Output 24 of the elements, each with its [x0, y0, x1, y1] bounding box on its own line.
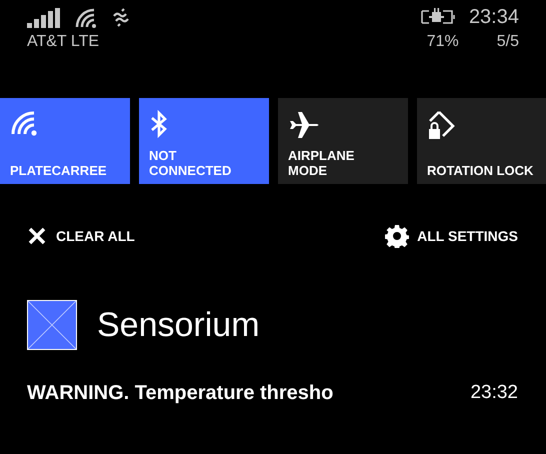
- notification-count: 5/5: [496, 34, 519, 50]
- app-name: Sensorium: [97, 308, 260, 342]
- battery-percent: 71%: [426, 34, 459, 50]
- bluetooth-icon: [149, 110, 169, 138]
- wifi-icon: [10, 110, 38, 136]
- notification-time: 23:32: [470, 380, 518, 405]
- close-icon: [28, 227, 46, 245]
- clock-time: 23:34: [468, 7, 519, 27]
- airplane-icon: [288, 110, 320, 138]
- quick-action-tile[interactable]: NOT CONNECTED: [139, 98, 269, 184]
- vibrate-icon: [111, 8, 131, 28]
- quick-action-tile[interactable]: ROTATION LOCK: [417, 98, 546, 184]
- clear-all-button[interactable]: CLEAR ALL: [28, 226, 135, 246]
- notification-message[interactable]: WARNING. Temperature thresho: [27, 378, 334, 408]
- quick-action-tile[interactable]: AIRPLANE MODE: [278, 98, 408, 184]
- settings-icon: [385, 224, 410, 248]
- carrier-name: AT&T LTE: [27, 34, 100, 50]
- wifi-icon: [75, 7, 97, 28]
- all-settings-button[interactable]: ALL SETTINGS: [385, 224, 518, 248]
- battery-charging-icon: [420, 8, 457, 26]
- app-tile-icon: [27, 300, 77, 350]
- rotation-lock-icon: [427, 110, 455, 140]
- signal-icon: [27, 8, 61, 28]
- quick-action-tile[interactable]: PLATECARREE: [0, 98, 130, 184]
